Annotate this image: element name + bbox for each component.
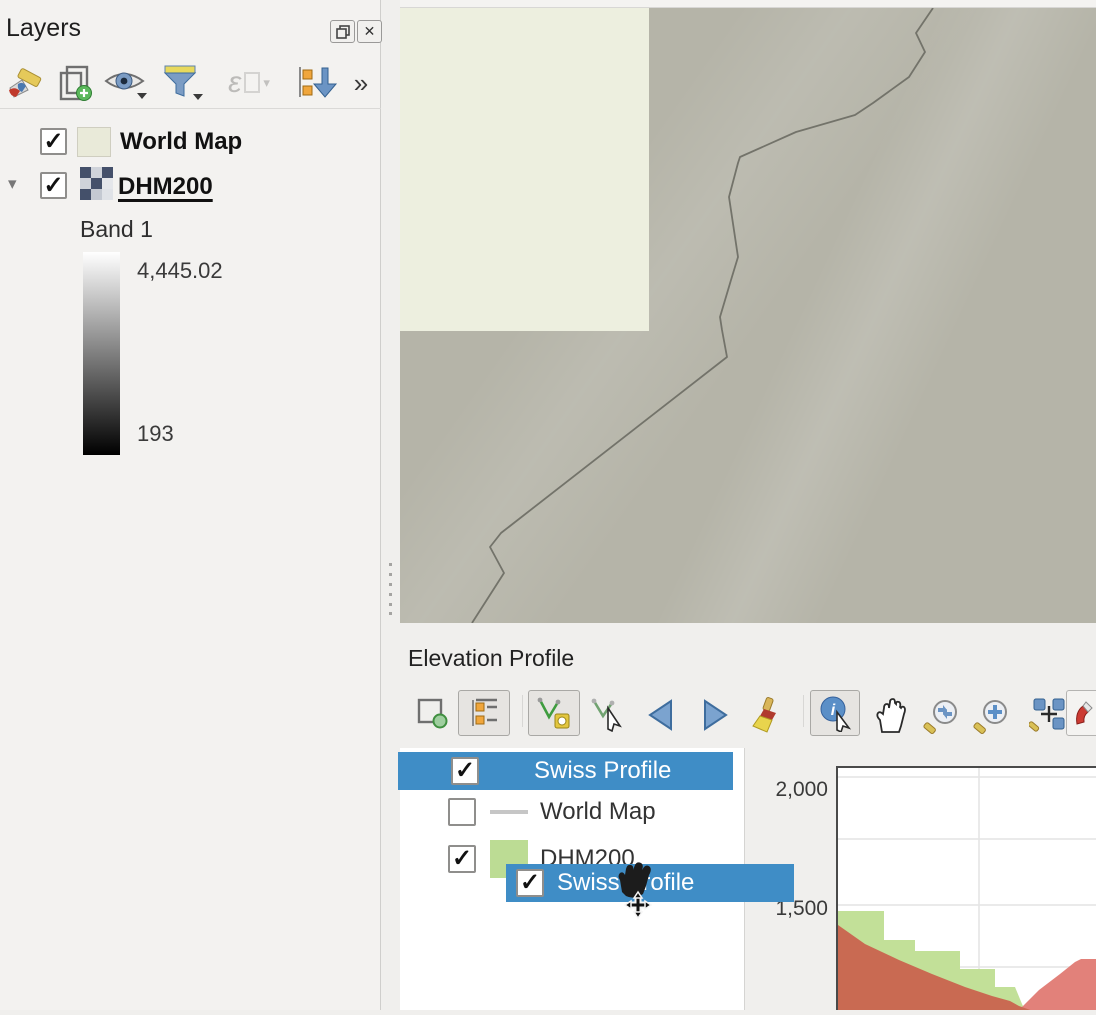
elevation-chart-plot[interactable] — [836, 766, 1096, 1010]
zoom-actual-icon — [1029, 694, 1069, 734]
zoom-full-button[interactable] — [920, 696, 964, 736]
show-layer-tree-button[interactable] — [458, 690, 510, 736]
capture-curve-icon — [536, 695, 572, 731]
y-tick-2000: 2,000 — [748, 778, 828, 802]
add-group-icon — [57, 64, 93, 102]
grab-move-cursor — [608, 858, 668, 920]
capture-curve-button[interactable] — [528, 690, 580, 736]
map-canvas[interactable] — [400, 8, 1096, 623]
zoom-in-button[interactable] — [970, 696, 1014, 736]
panel-splitter[interactable] — [382, 0, 400, 1010]
profile-layer-label: Swiss Profile — [534, 757, 671, 785]
world-map-checkbox[interactable] — [448, 798, 476, 826]
worldmap-visibility-checkbox[interactable]: ✓ — [40, 128, 67, 155]
chevron-down-icon: ▾ — [263, 75, 270, 91]
route-line — [472, 8, 933, 623]
zoom-in-icon — [973, 698, 1011, 734]
check-icon: ✓ — [520, 871, 540, 895]
capture-curve-from-feature-button[interactable] — [586, 694, 632, 734]
check-icon: ✓ — [43, 174, 63, 198]
manage-map-themes-button[interactable] — [102, 62, 152, 104]
filter-funnel-icon — [161, 64, 207, 102]
add-layers-button[interactable] — [412, 694, 452, 732]
legend-min-value: 193 — [137, 421, 174, 447]
elevation-profile-toolbar: i — [400, 686, 1096, 740]
arrow-right-icon — [703, 699, 729, 731]
zoom-full-icon — [923, 698, 961, 734]
pan-button[interactable] — [868, 694, 912, 736]
layers-panel-title: Layers — [6, 14, 81, 43]
dhm200-visibility-checkbox[interactable]: ✓ — [40, 172, 67, 199]
raster-gradient-legend — [83, 252, 120, 455]
nudge-right-button[interactable] — [698, 696, 734, 734]
profile-tree-row-world-map[interactable]: World Map — [448, 798, 656, 826]
close-panel-button[interactable]: ✕ — [357, 20, 382, 43]
capture-from-feature-icon — [590, 696, 628, 732]
eye-icon — [103, 65, 151, 101]
filter-legend-button[interactable] — [160, 62, 208, 104]
profile-layer-label: World Map — [540, 798, 656, 826]
float-panel-button[interactable] — [330, 20, 355, 43]
dhm200-checkbox[interactable]: ✓ — [448, 845, 476, 873]
arrow-left-icon — [647, 699, 673, 731]
layer-tree-options-icon — [467, 696, 501, 730]
svg-text:i: i — [831, 702, 836, 719]
clear-profile-button[interactable] — [746, 694, 788, 736]
raster-layer-icon — [80, 167, 113, 200]
layer-item-dhm200[interactable]: DHM200 — [118, 173, 213, 201]
layers-toolbar: ε ▾ » — [0, 58, 381, 108]
collapse-caret-icon[interactable]: ▾ — [8, 174, 17, 194]
line-symbol-swatch — [490, 810, 528, 814]
profile-tree-row-swiss-profile[interactable]: ✓ Swiss Profile — [398, 752, 733, 790]
elevation-chart-svg — [838, 768, 1096, 1010]
legend-max-value: 4,445.02 — [137, 258, 223, 284]
layer-item-world-map[interactable]: World Map — [120, 128, 242, 156]
expand-all-icon — [294, 64, 338, 102]
elevation-profile-title: Elevation Profile — [408, 645, 574, 672]
open-styling-panel-button[interactable] — [4, 62, 46, 104]
toolbar-overflow-button[interactable]: » — [344, 62, 378, 104]
band-label: Band 1 — [80, 216, 153, 243]
add-chart-layer-icon — [416, 697, 448, 729]
check-icon: ✓ — [455, 759, 475, 783]
expand-collapse-all-button[interactable] — [292, 62, 340, 104]
identify-icon: i — [817, 694, 853, 732]
expression-epsilon-icon: ε — [228, 66, 241, 100]
nudge-left-button[interactable] — [642, 696, 678, 734]
snapping-button[interactable] — [1066, 690, 1096, 736]
add-group-button[interactable] — [54, 62, 96, 104]
paintbrush-icon — [6, 66, 44, 100]
close-icon: ✕ — [364, 23, 376, 40]
identify-features-button[interactable]: i — [810, 690, 860, 736]
swiss-profile-checkbox[interactable]: ✓ — [451, 757, 479, 785]
window-top-strip — [400, 0, 1096, 8]
toolbar-separator — [0, 108, 381, 109]
elevation-profile-content: ✓ Swiss Profile World Map ✓ DHM200 ✓ Swi… — [400, 748, 1096, 1010]
worldmap-layer-swatch — [77, 127, 111, 157]
ghost-checkbox: ✓ — [516, 869, 544, 897]
overflow-chevrons-icon: » — [354, 68, 368, 99]
snapping-magnet-icon — [1073, 698, 1096, 728]
expression-sheet-icon — [243, 71, 263, 95]
check-icon: ✓ — [43, 130, 63, 154]
profile-route-line — [400, 8, 1096, 623]
filter-legend-expression-button[interactable]: ε ▾ — [216, 62, 282, 104]
float-panel-icon — [336, 25, 350, 39]
check-icon: ✓ — [452, 847, 472, 871]
broom-icon — [750, 696, 784, 734]
pan-hand-icon — [872, 696, 908, 734]
layers-panel: Layers ✕ — [0, 0, 381, 1010]
